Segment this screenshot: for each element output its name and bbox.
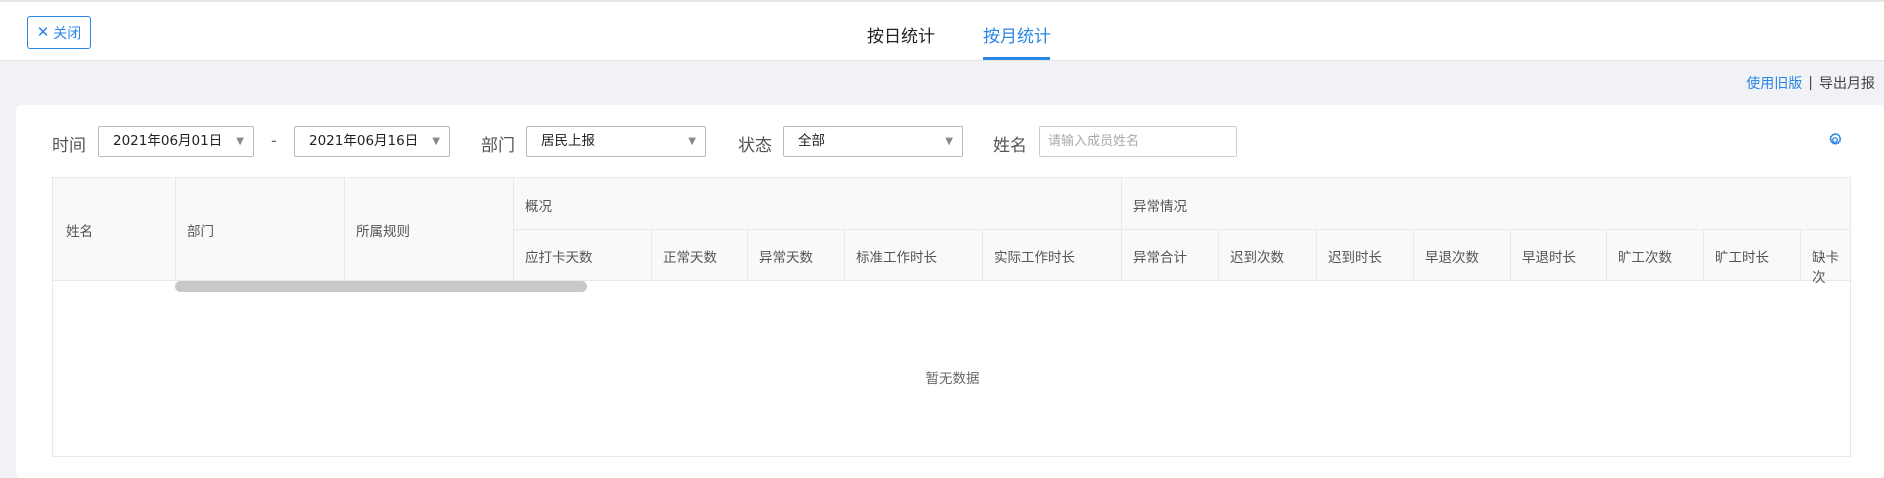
column-header-rule: 所属规则: [356, 224, 410, 240]
column-header-standard-hours: 标准工作时长: [856, 250, 937, 266]
end-date-picker[interactable]: 2021年06月16日 ▼: [294, 126, 450, 157]
start-date-picker[interactable]: 2021年06月01日 ▼: [98, 126, 254, 157]
column-header-normal-days: 正常天数: [663, 250, 717, 266]
column-header-required-days: 应打卡天数: [525, 250, 593, 266]
column-divider: [1800, 229, 1801, 280]
column-header-late-count: 迟到次数: [1230, 250, 1284, 266]
column-divider: [1413, 229, 1414, 280]
caret-down-icon: ▼: [432, 136, 440, 147]
horizontal-scrollbar[interactable]: [175, 281, 587, 292]
column-header-early-leave-count: 早退次数: [1425, 250, 1479, 266]
column-divider: [651, 229, 652, 280]
column-header-actual-hours: 实际工作时长: [994, 250, 1075, 266]
close-button-label: 关闭: [53, 25, 82, 42]
column-divider: [344, 178, 345, 280]
active-tab-indicator: [983, 57, 1050, 60]
department-select[interactable]: 居民上报 ▼: [526, 126, 706, 157]
end-date-value: 2021年06月16日: [309, 133, 419, 149]
name-label: 姓名: [993, 136, 1027, 156]
column-divider: [175, 178, 176, 280]
column-divider: [747, 229, 748, 280]
department-label: 部门: [481, 136, 515, 156]
caret-down-icon: ▼: [688, 136, 696, 147]
column-divider: [844, 229, 845, 280]
tab-monthly-stats[interactable]: 按月统计: [983, 22, 1051, 47]
department-value: 居民上报: [541, 133, 595, 149]
caret-down-icon: ▼: [236, 136, 244, 147]
column-header-absence-count: 旷工次数: [1618, 250, 1672, 266]
column-divider: [1121, 178, 1122, 280]
column-header-missing-punch-count: 缺卡次: [1812, 250, 1839, 286]
column-divider: [1218, 229, 1219, 280]
top-links: 使用旧版 | 导出月报: [1746, 73, 1875, 93]
column-header-name: 姓名: [66, 224, 93, 240]
start-date-value: 2021年06月01日: [113, 133, 223, 149]
close-button[interactable]: ✕ 关闭: [27, 16, 91, 49]
name-search-input[interactable]: [1039, 126, 1237, 157]
status-label: 状态: [738, 136, 772, 156]
column-header-late-duration: 迟到时长: [1328, 250, 1382, 266]
gear-icon[interactable]: [1826, 131, 1844, 149]
column-divider: [982, 229, 983, 280]
attendance-table: 姓名 部门 所属规则 概况 异常情况 应打卡天数 正常天数 异常天数 标准工作时…: [52, 177, 1851, 457]
date-range-separator: -: [271, 131, 277, 150]
link-separator: |: [1808, 75, 1813, 91]
header-divider: [513, 229, 1850, 230]
column-header-abnormal-total: 异常合计: [1133, 250, 1187, 266]
column-divider: [1510, 229, 1511, 280]
tab-daily-stats[interactable]: 按日统计: [867, 22, 935, 47]
export-monthly-report-link[interactable]: 导出月报: [1819, 73, 1875, 93]
time-label: 时间: [52, 136, 86, 156]
caret-down-icon: ▼: [945, 136, 953, 147]
column-divider: [1316, 229, 1317, 280]
use-old-version-link[interactable]: 使用旧版: [1746, 73, 1802, 93]
column-header-department: 部门: [187, 224, 214, 240]
column-header-early-leave-duration: 早退时长: [1522, 250, 1576, 266]
status-value: 全部: [798, 133, 825, 149]
column-divider: [1703, 229, 1704, 280]
top-bar: ✕ 关闭 按日统计 按月统计: [0, 0, 1884, 61]
group-header-overview: 概况: [525, 199, 552, 215]
column-header-absence-duration: 旷工时长: [1715, 250, 1769, 266]
empty-state-text: 暂无数据: [925, 371, 980, 387]
column-header-abnormal-days: 异常天数: [759, 250, 813, 266]
group-header-abnormal: 异常情况: [1133, 199, 1187, 215]
close-icon: ✕: [36, 23, 50, 41]
status-select[interactable]: 全部 ▼: [783, 126, 963, 157]
column-divider: [513, 178, 514, 280]
column-divider: [1606, 229, 1607, 280]
